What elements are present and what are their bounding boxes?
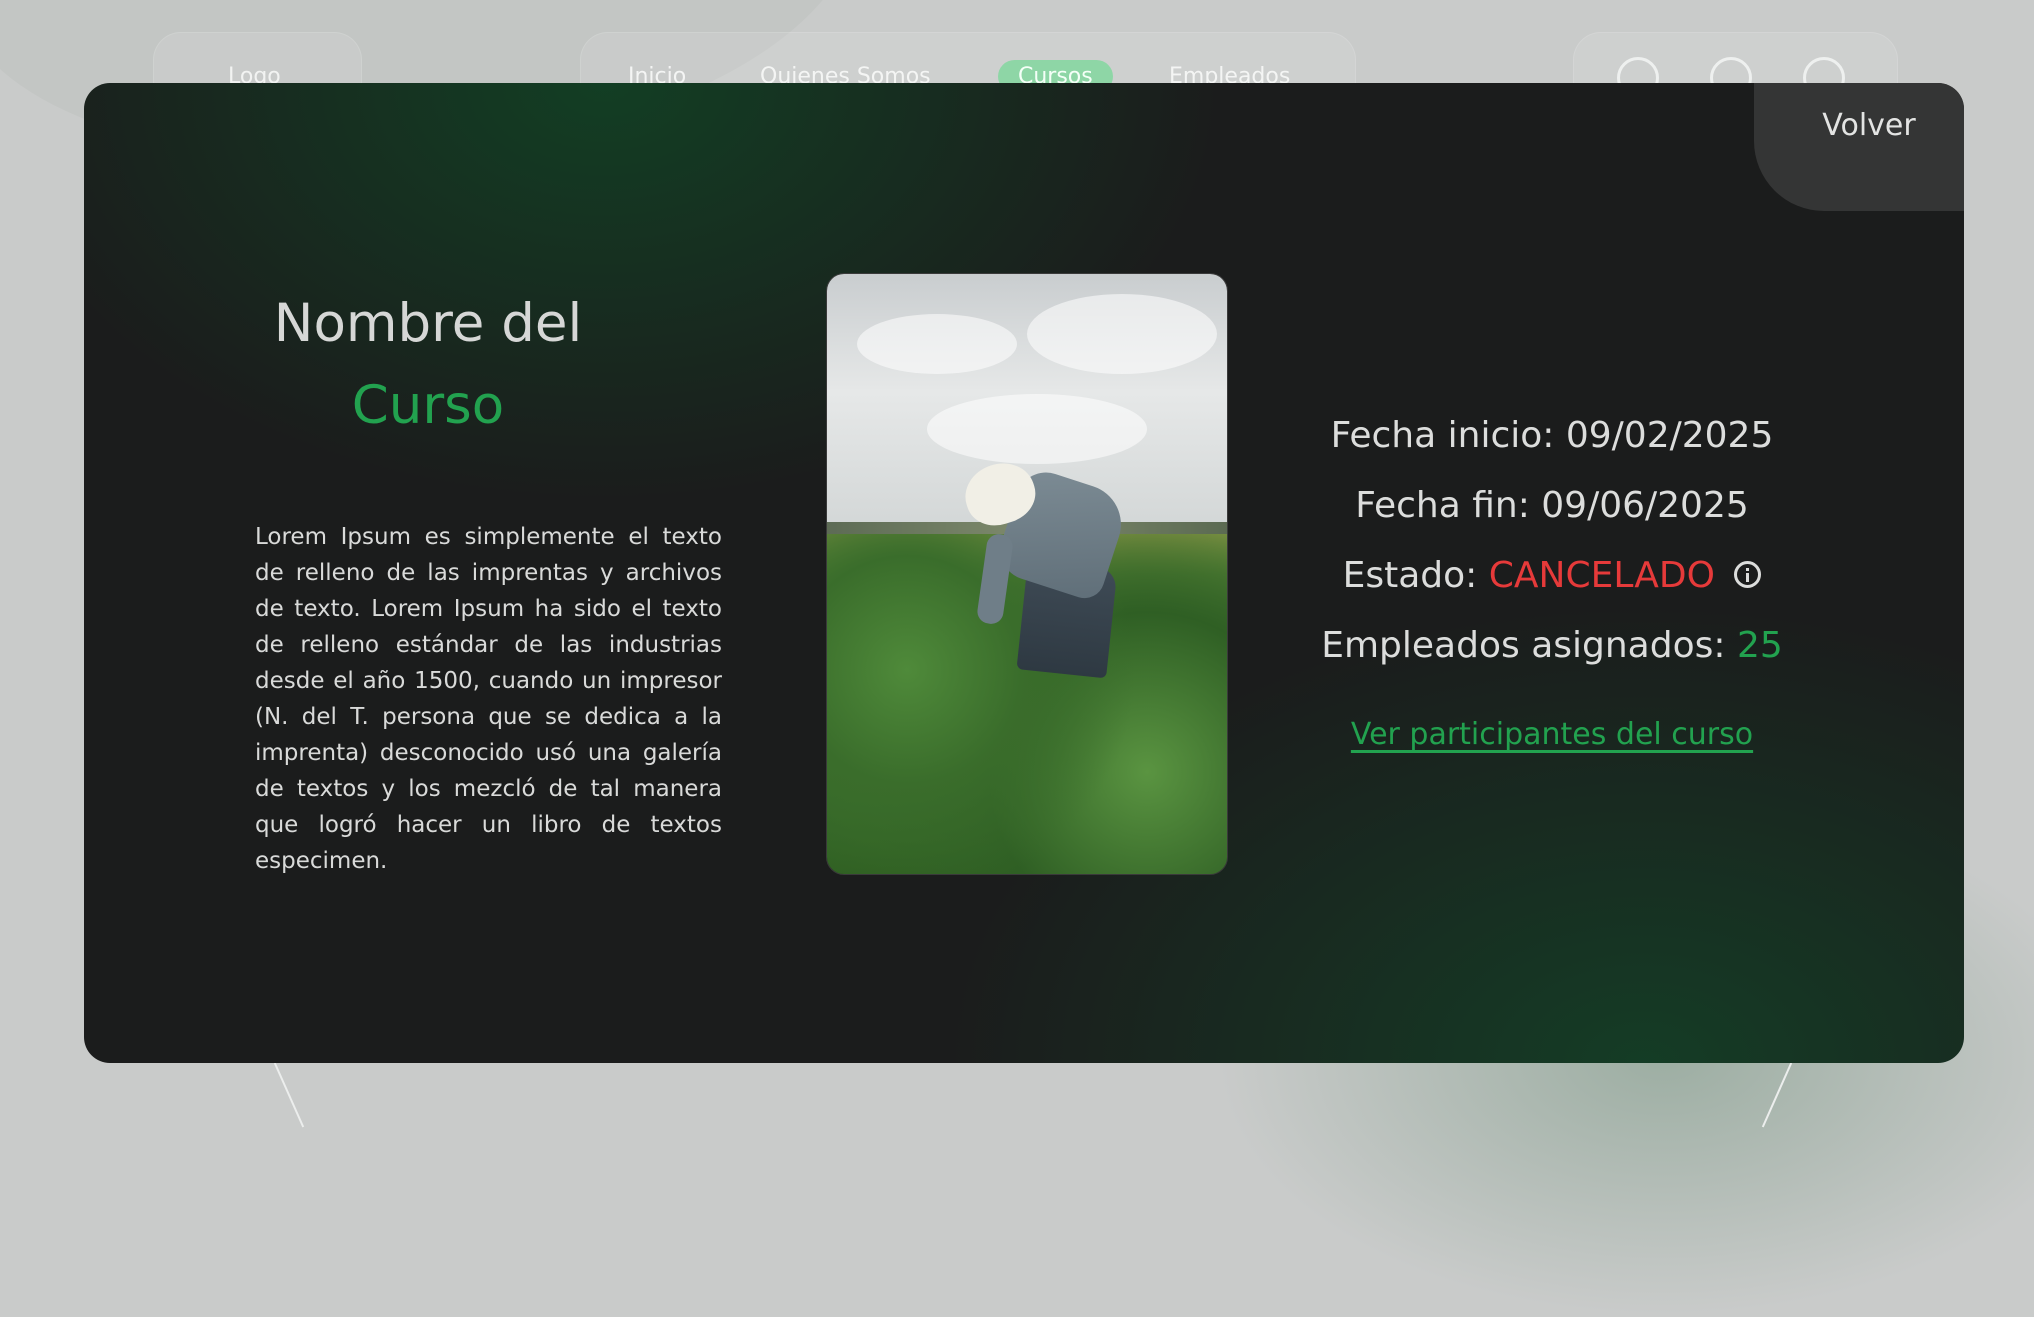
course-description: Lorem Ipsum es simplemente el texto de r… [255,524,722,874]
end-date-row: Fecha fin: 09/06/2025 [1272,471,1832,541]
start-date-row: Fecha inicio: 09/02/2025 [1272,401,1832,471]
employees-label: Empleados asignados: [1321,625,1726,666]
course-detail-modal: Volver Nombre del Curso Lorem Ipsum es s… [84,83,1964,1063]
end-date-value: 09/06/2025 [1541,485,1749,526]
image-cloud [927,394,1147,464]
course-image [826,273,1228,875]
image-cloud [857,314,1017,374]
employees-count: 25 [1736,625,1783,666]
status-row: Estado: CANCELADO [1272,541,1832,611]
end-date-label: Fecha fin: [1355,485,1530,526]
course-title: Nombre del Curso [228,283,628,447]
course-title-part2: Curso [351,375,505,436]
start-date-value: 09/02/2025 [1565,415,1774,456]
status-value: CANCELADO [1488,555,1715,596]
image-cloud [1027,294,1217,374]
back-button-label: Volver [1822,107,1916,143]
start-date-label: Fecha inicio: [1330,415,1555,456]
course-details: Fecha inicio: 09/02/2025 Fecha fin: 09/0… [1272,401,1832,752]
info-icon[interactable] [1734,560,1762,588]
back-button[interactable]: Volver [1754,83,1964,211]
background-line [273,1062,305,1128]
status-label: Estado: [1342,555,1478,596]
course-title-part1: Nombre del [273,293,583,354]
view-participants-link[interactable]: Ver participantes del curso [1351,717,1753,752]
employees-row: Empleados asignados: 25 [1272,611,1832,681]
